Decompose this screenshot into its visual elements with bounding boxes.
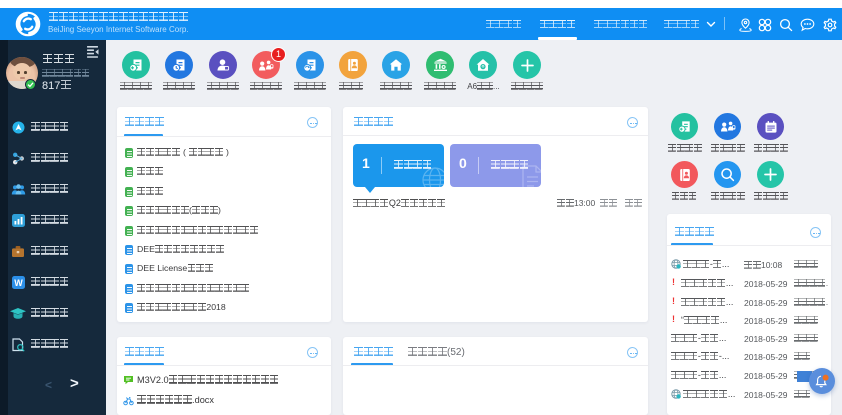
svg-text:W: W (14, 278, 23, 288)
